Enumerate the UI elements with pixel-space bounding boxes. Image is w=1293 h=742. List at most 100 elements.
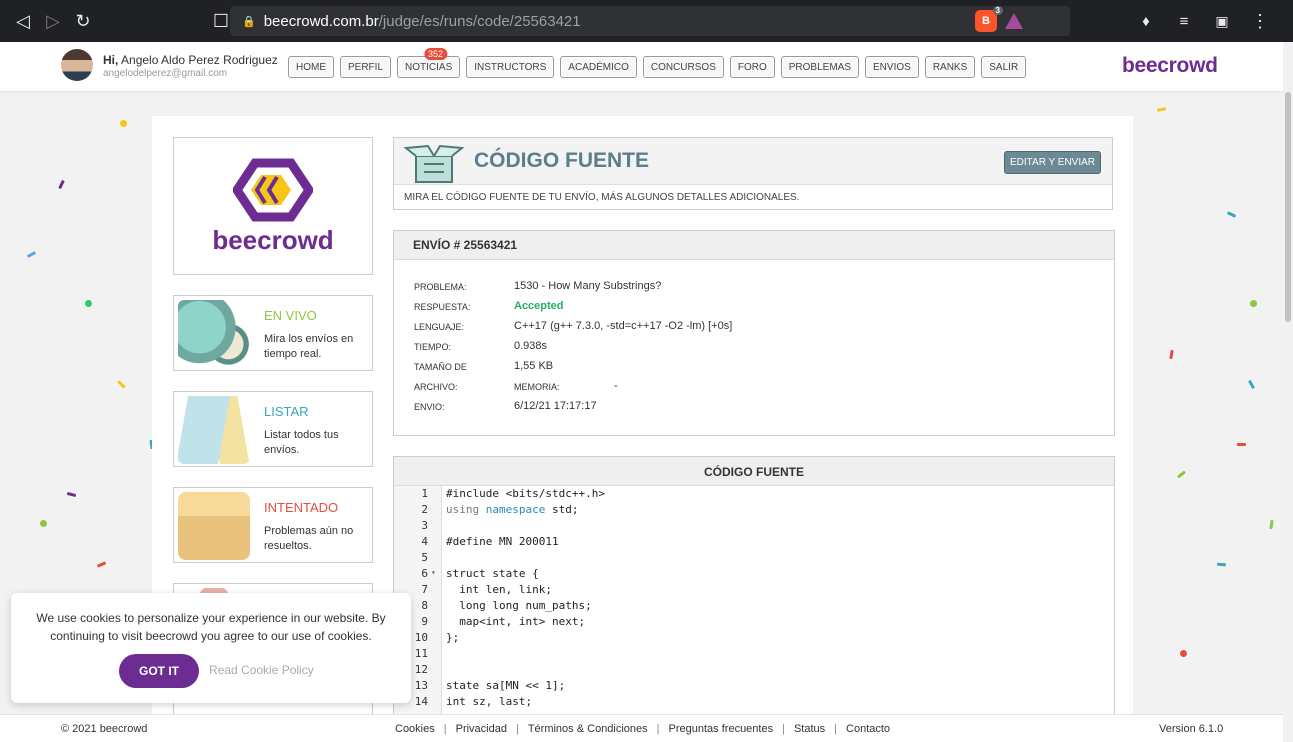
menu-instructors[interactable]: INSTRUCTORS [466, 56, 555, 78]
menu-academico[interactable]: ACADÉMICO [560, 56, 637, 78]
page-subtitle: MIRA EL CÓDIGO FUENTE DE TU ENVÍO, MÁS A… [404, 192, 800, 203]
cookie-policy-link[interactable]: Read Cookie Policy [209, 663, 314, 677]
code-text: int len, link; [446, 583, 552, 596]
detail-value: 1,55 KB [514, 360, 554, 372]
detail-key: TIEMPO: [414, 342, 452, 352]
site-header: Hi, Angelo Aldo Perez Rodriguez angelode… [0, 42, 1283, 92]
back-icon[interactable]: ◁ [8, 6, 38, 36]
address-bar[interactable]: 🔒 beecrowd.com.br/judge/es/runs/code/255… [230, 6, 1070, 36]
page-title: CÓDIGO FUENTE [474, 149, 650, 172]
notification-badge: 352 [424, 48, 448, 60]
card-intentado[interactable]: INTENTADO Problemas aún no resueltos. [173, 487, 373, 563]
code-text: #define MN 200011 [446, 535, 559, 548]
extensions-icon[interactable]: ♦ [1131, 6, 1161, 36]
line-number: 6 [421, 567, 428, 580]
footer-link-contact[interactable]: Contacto [846, 723, 890, 735]
menu-label: SALIR [989, 61, 1019, 73]
menu-salir[interactable]: SALIR [981, 56, 1027, 78]
code-text: }; [446, 631, 460, 644]
footer-link-terms[interactable]: Términos & Condiciones [528, 723, 648, 735]
menu-label: PROBLEMAS [788, 61, 852, 73]
verdict-accepted: Accepted [514, 300, 564, 312]
confetti-piece [96, 561, 107, 568]
menu-home[interactable]: HOME [288, 56, 334, 78]
avatar[interactable] [61, 49, 93, 81]
playlist-icon[interactable]: ≡ [1169, 6, 1199, 36]
beecrowd-logo[interactable]: beecrowd [173, 137, 373, 275]
problem-link[interactable]: 1530 - How Many Substrings? [514, 280, 661, 292]
menu-label: ENVIOS [873, 61, 911, 73]
confetti-piece [58, 179, 65, 190]
main-menu: HOME PERFIL NOTICIAS 352 INSTRUCTORS ACAD… [288, 48, 1027, 78]
menu-concursos[interactable]: CONCURSOS [642, 56, 724, 78]
page-scrollbar[interactable] [1283, 42, 1293, 742]
code-text: using namespace std; [446, 503, 579, 516]
memory-key: MEMORIA: [514, 382, 560, 392]
browser-toolbar: ◁ ▷ ↻ ☐ 🔒 beecrowd.com.br/judge/es/runs/… [0, 0, 1293, 42]
edit-and-submit-button[interactable]: EDITAR Y ENVIAR [1004, 151, 1101, 174]
menu-envios[interactable]: ENVIOS [865, 56, 919, 78]
detail-key: ARCHIVO: [414, 382, 458, 392]
footer-links: Cookies | Privacidad | Términos & Condicio… [395, 723, 890, 735]
menu-label: ACADÉMICO [568, 61, 629, 73]
confetti-piece [1177, 470, 1186, 479]
card-description: Problemas aún no resueltos. [264, 525, 354, 552]
footer-link-faq[interactable]: Preguntas frecuentes [669, 723, 774, 735]
menu-label: RANKS [932, 61, 968, 73]
menu-label: CONCURSOS [650, 61, 716, 73]
fold-arrow-icon[interactable]: ▾ [431, 568, 436, 577]
brave-shield-icon[interactable]: B3 [975, 6, 1003, 32]
url-domain: beecrowd.com.br [263, 12, 379, 30]
greeting-prefix: Hi, [103, 53, 119, 67]
card-title: INTENTADO [264, 500, 339, 515]
menu-icon[interactable]: ⋮ [1245, 6, 1275, 36]
code-text: long long num_paths; [446, 599, 592, 612]
footer-link-status[interactable]: Status [794, 723, 825, 735]
menu-ranks[interactable]: RANKS [924, 56, 976, 78]
line-number: 5 [421, 551, 428, 564]
shield-count: 3 [992, 6, 1003, 15]
list-papers-icon [178, 396, 250, 464]
separator: | [834, 723, 838, 735]
confetti-piece [1216, 562, 1227, 567]
card-title: EN VIVO [264, 308, 317, 323]
line-number: 3 [421, 519, 428, 532]
separator: | [443, 723, 447, 735]
forward-icon[interactable]: ▷ [38, 6, 68, 36]
menu-label: NOTICIAS [405, 61, 453, 73]
code-text: struct state { [446, 567, 539, 580]
menu-perfil[interactable]: PERFIL [340, 56, 392, 78]
menu-label: PERFIL [348, 61, 384, 73]
user-email: angelodelperez@gmail.com [103, 68, 228, 79]
accept-cookies-button[interactable]: GOT IT [119, 654, 199, 688]
menu-foro[interactable]: FORO [729, 56, 775, 78]
scrollbar-thumb[interactable] [1285, 92, 1291, 322]
card-en-vivo[interactable]: EN VIVO Mira los envíos en tiempo real. [173, 295, 373, 371]
reload-icon[interactable]: ↻ [68, 6, 98, 36]
footer-link-privacy[interactable]: Privacidad [456, 723, 507, 735]
confetti-piece [1226, 211, 1237, 218]
footer-link-cookies[interactable]: Cookies [395, 723, 435, 735]
user-name: Angelo Aldo Perez Rodriguez [121, 53, 278, 67]
confetti-piece [1236, 442, 1247, 447]
confetti-piece [1179, 649, 1188, 658]
cookie-message: We use cookies to personalize your exper… [36, 611, 386, 643]
code-viewer[interactable]: CÓDIGO FUENTE 1 #include <bits/stdc++.h> 2… [393, 456, 1115, 716]
detail-key: PROBLEMA: [414, 282, 467, 292]
detail-key: RESPUESTA: [414, 302, 471, 312]
brand-logo[interactable]: beecrowd [1122, 54, 1218, 78]
user-greeting: Hi, Angelo Aldo Perez Rodriguez [103, 53, 278, 67]
bee-hexagon-icon [233, 158, 313, 221]
menu-noticias[interactable]: NOTICIAS 352 [397, 48, 461, 78]
separator: | [515, 723, 519, 735]
brave-rewards-icon[interactable] [1005, 13, 1023, 29]
memory-value: - [614, 380, 618, 392]
detail-key: TAMAÑO DE [414, 362, 467, 372]
card-listar[interactable]: LISTAR Listar todos tus envíos. [173, 391, 373, 467]
menu-problemas[interactable]: PROBLEMAS [780, 56, 860, 78]
footer: © 2021 beecrowd Cookies | Privacidad | Tér… [0, 714, 1283, 742]
separator: | [656, 723, 660, 735]
wallet-icon[interactable]: ▣ [1207, 6, 1237, 36]
code-text: int sz, last; [446, 695, 533, 708]
code-text: #include <bits/stdc++.h> [446, 487, 605, 500]
